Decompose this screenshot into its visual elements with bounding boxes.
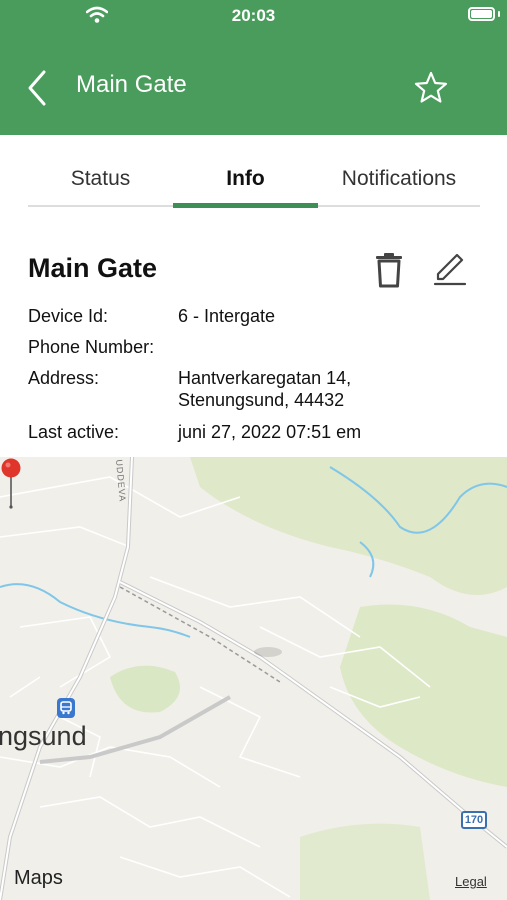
address-line-2: Stenungsund, 44432 xyxy=(178,390,345,410)
apple-maps-logo: Maps xyxy=(14,867,63,890)
page-title: Main Gate xyxy=(76,71,187,98)
device-id-value: 6 - Intergate xyxy=(178,306,276,326)
map-pin-icon[interactable] xyxy=(0,457,24,512)
last-active-label: Last active: xyxy=(28,422,120,442)
map-view[interactable]: UDDEVA ngsund 170 Maps Legal xyxy=(0,457,507,900)
device-id-row: Device Id: 6 - Intergate xyxy=(28,305,478,329)
chevron-left-icon[interactable] xyxy=(22,68,52,108)
maps-logo-text: Maps xyxy=(14,867,63,889)
pin-shadow xyxy=(254,647,282,657)
address-value: Hantverkaregatan 14, Stenungsund, 44432 xyxy=(178,367,478,411)
star-outline-icon[interactable] xyxy=(413,70,449,106)
pencil-icon[interactable] xyxy=(432,252,468,288)
park-area xyxy=(110,665,180,713)
battery-icon xyxy=(468,7,495,21)
map-city-label: ngsund xyxy=(0,721,87,751)
device-name: Main Gate xyxy=(28,253,158,283)
map-tiles xyxy=(0,457,507,900)
phone-number-row: Phone Number: xyxy=(28,336,478,360)
status-time: 20:03 xyxy=(231,6,276,25)
address-line-1: Hantverkaregatan 14, xyxy=(178,368,352,388)
tab-notifications[interactable]: Notifications xyxy=(318,150,480,208)
last-active-value: juni 27, 2022 07:51 em xyxy=(178,422,362,442)
tab-active-indicator xyxy=(173,203,318,208)
park-area-south xyxy=(300,823,430,900)
app-header: 20:03 Main Gate xyxy=(0,0,507,135)
tab-info[interactable]: Info xyxy=(173,150,318,208)
tab-status[interactable]: Status xyxy=(28,150,173,208)
phone-number-label: Phone Number: xyxy=(28,337,155,357)
road-shield: 170 xyxy=(461,811,487,829)
forest-area-east xyxy=(340,604,507,787)
legal-link[interactable]: Legal xyxy=(455,874,487,889)
status-bar: 20:03 xyxy=(0,0,507,32)
battery-cap xyxy=(498,11,500,17)
address-label: Address: xyxy=(28,368,100,388)
last-active-row: Last active: juni 27, 2022 07:51 em xyxy=(28,421,478,445)
river xyxy=(0,583,191,638)
tab-bar: Status Info Notifications xyxy=(28,150,480,208)
transit-icon[interactable] xyxy=(57,698,75,718)
address-row: Address: Hantverkaregatan 14, Stenungsun… xyxy=(28,367,478,413)
trash-icon[interactable] xyxy=(373,252,405,288)
device-id-label: Device Id: xyxy=(28,306,109,326)
